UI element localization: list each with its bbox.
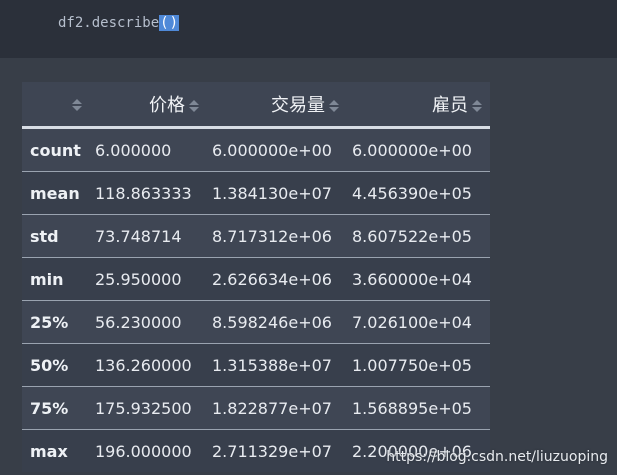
table-row: std 73.748714 8.717312e+06 8.607522e+05 — [22, 214, 490, 258]
table-row: count 6.000000 6.000000e+00 6.000000e+00 — [22, 127, 490, 172]
header-row: 价格 交易量 雇员 — [22, 82, 490, 129]
table-cell: 56.230000 — [95, 312, 182, 332]
describe-table: 价格 交易量 雇员 count 6.000000 6.000000e+00 6.… — [22, 82, 490, 472]
sort-icon[interactable] — [472, 100, 482, 112]
table-cell: 2.711329e+07 — [212, 441, 332, 461]
table-cell: 1.822877e+07 — [212, 398, 332, 418]
table-cell: 8.717312e+06 — [212, 226, 332, 246]
table-row: 75% 175.932500 1.822877e+07 1.568895e+05 — [22, 386, 490, 430]
row-index: std — [30, 226, 59, 246]
table-cell: 6.000000e+00 — [352, 140, 472, 160]
table-cell: 3.660000e+04 — [352, 269, 472, 289]
dataframe-output: 价格 交易量 雇员 count 6.000000 6.000000e+00 6.… — [22, 82, 490, 472]
table-cell: 6.000000e+00 — [212, 140, 332, 160]
table-row: mean 118.863333 1.384130e+07 4.456390e+0… — [22, 171, 490, 215]
sort-icon[interactable] — [189, 100, 199, 112]
code-line[interactable]: df2.describe() — [58, 15, 180, 31]
table-row: 50% 136.260000 1.315388e+07 1.007750e+05 — [22, 343, 490, 387]
table-cell: 175.932500 — [95, 398, 192, 418]
table-cell: 2.626634e+06 — [212, 269, 332, 289]
row-index: 50% — [30, 355, 69, 375]
column-header-price[interactable]: 价格 — [90, 82, 207, 129]
table-cell: 4.456390e+05 — [352, 183, 472, 203]
sort-icon[interactable] — [329, 100, 339, 112]
table-row: 25% 56.230000 8.598246e+06 7.026100e+04 — [22, 300, 490, 344]
close-paren-highlight: ) — [168, 15, 180, 31]
table-cell: 8.598246e+06 — [212, 312, 332, 332]
watermark: https://blog.csdn.net/liuzuoping — [386, 449, 608, 465]
table-cell: 1.315388e+07 — [212, 355, 332, 375]
table-cell: 118.863333 — [95, 183, 192, 203]
table-cell: 196.000000 — [95, 441, 192, 461]
row-index: max — [30, 441, 68, 461]
row-index: min — [30, 269, 64, 289]
code-cell[interactable]: df2.describe() — [0, 0, 617, 58]
column-header-volume[interactable]: 交易量 — [207, 82, 347, 129]
table-cell: 136.260000 — [95, 355, 192, 375]
table-row: min 25.950000 2.626634e+06 3.660000e+04 — [22, 257, 490, 301]
sort-icon[interactable] — [72, 98, 82, 111]
table-cell: 6.000000 — [95, 140, 172, 160]
row-index: 25% — [30, 312, 69, 332]
row-index: count — [30, 140, 81, 160]
column-header-index[interactable] — [22, 82, 90, 129]
code-text: df2.describe — [58, 15, 160, 31]
row-index: mean — [30, 183, 80, 203]
table-cell: 73.748714 — [95, 226, 182, 246]
notebook-page: df2.describe() 价格 交易量 雇员 count 6.000000 … — [0, 0, 617, 475]
table-cell: 1.568895e+05 — [352, 398, 472, 418]
table-cell: 7.026100e+04 — [352, 312, 472, 332]
row-index: 75% — [30, 398, 69, 418]
table-cell: 1.384130e+07 — [212, 183, 332, 203]
table-cell: 8.607522e+05 — [352, 226, 472, 246]
table-cell: 25.950000 — [95, 269, 182, 289]
column-header-employees[interactable]: 雇员 — [347, 82, 490, 129]
table-cell: 1.007750e+05 — [352, 355, 472, 375]
